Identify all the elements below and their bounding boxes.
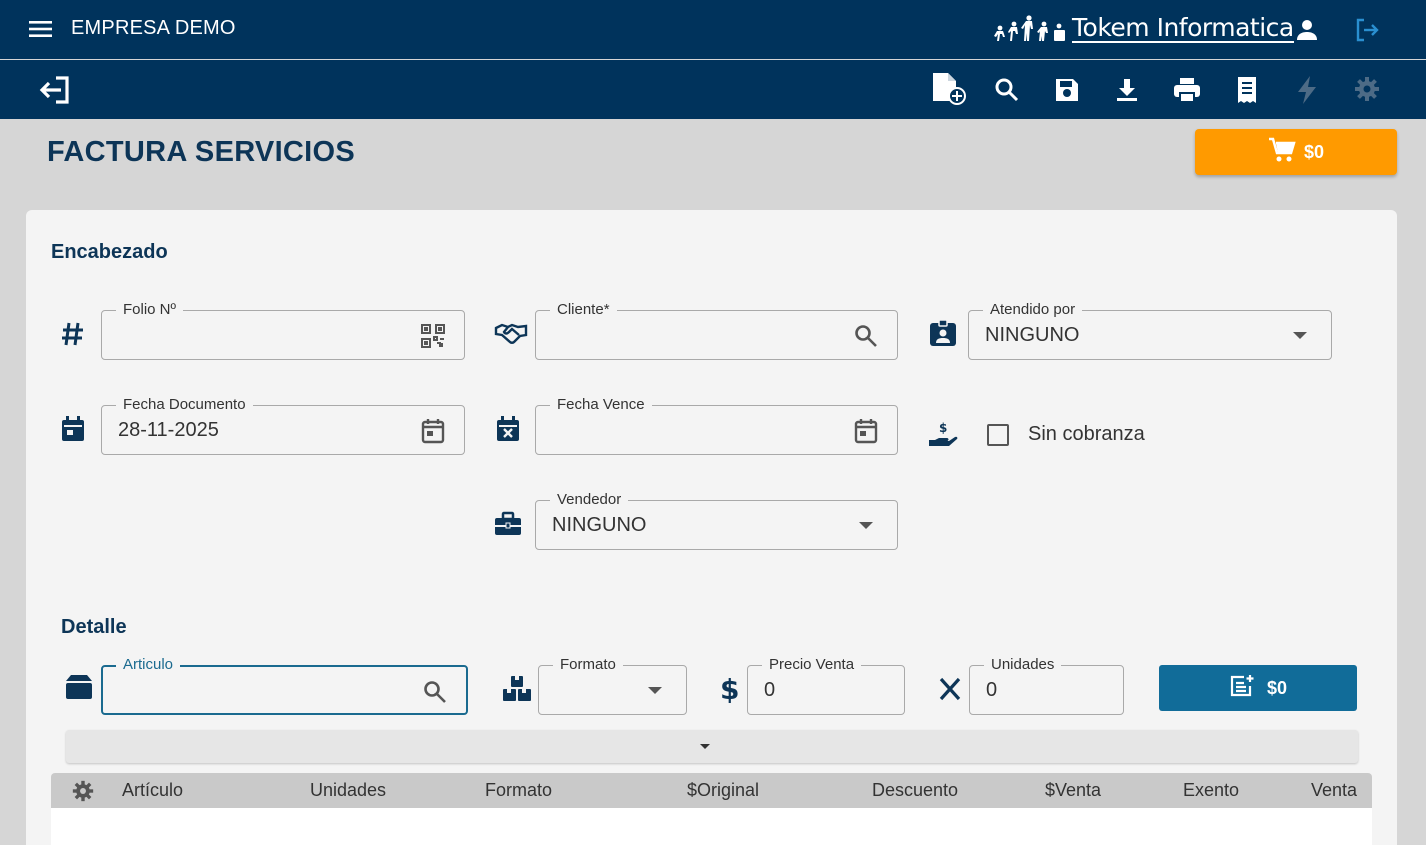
articulo-field[interactable]: Articulo [101, 656, 468, 715]
id-badge-icon [928, 318, 958, 348]
vendedor-value: NINGUNO [552, 514, 647, 536]
formato-select[interactable]: Formato [538, 656, 687, 715]
unidades-value: 0 [986, 679, 998, 701]
handshake-icon [494, 318, 528, 348]
save-icon[interactable] [1053, 76, 1081, 104]
action-toolbar [0, 60, 1426, 119]
briefcase-icon [493, 509, 523, 539]
fecha-vence-field[interactable]: Fecha Vence [535, 396, 898, 455]
expand-panel-toggle[interactable] [66, 730, 1358, 763]
section-detalle: Detalle [61, 616, 127, 638]
calendar-picker-icon[interactable] [853, 418, 879, 444]
settings-icon[interactable] [1353, 75, 1381, 103]
items-table-header: Artículo Unidades Formato $Original Desc… [51, 773, 1372, 808]
formato-label: Formato [553, 656, 623, 674]
fecha-documento-label: Fecha Documento [116, 396, 253, 414]
cart-total-button[interactable]: $0 [1195, 129, 1397, 175]
calendar-icon [58, 414, 88, 444]
column-header-venta-price[interactable]: $Venta [1045, 780, 1101, 801]
column-header-unidades[interactable]: Unidades [310, 780, 386, 801]
atendido-por-select[interactable]: Atendido por NINGUNO [968, 301, 1332, 360]
add-item-total: $0 [1266, 677, 1288, 698]
logout-icon[interactable] [1352, 15, 1382, 45]
precio-venta-value: 0 [764, 679, 776, 701]
download-icon[interactable] [1113, 76, 1141, 104]
print-icon[interactable] [1172, 76, 1202, 104]
calendar-x-icon [493, 414, 523, 444]
boxes-icon [502, 673, 532, 703]
chevron-down-icon [1293, 332, 1307, 339]
dollar-icon: $ [715, 673, 745, 703]
sin-cobranza-checkbox[interactable] [987, 424, 1009, 446]
qr-code-icon[interactable] [420, 323, 446, 349]
new-document-icon[interactable] [930, 71, 968, 107]
add-note-icon [1229, 674, 1255, 703]
articulo-label: Articulo [116, 656, 181, 674]
column-header-articulo[interactable]: Artículo [122, 780, 183, 801]
back-login-icon[interactable] [38, 74, 74, 106]
chevron-down-icon [700, 744, 710, 749]
fecha-documento-field[interactable]: Fecha Documento 28-11-2025 [101, 396, 465, 455]
company-name: EMPRESA DEMO [71, 17, 236, 39]
search-icon[interactable] [993, 76, 1021, 104]
precio-venta-field[interactable]: Precio Venta 0 [747, 656, 905, 715]
cart-total: $0 [1303, 141, 1325, 162]
atendido-por-label: Atendido por [983, 301, 1083, 319]
items-table-body [51, 808, 1372, 845]
svg-text:$: $ [720, 673, 739, 703]
search-icon[interactable] [853, 323, 879, 349]
column-header-descuento[interactable]: Descuento [872, 780, 958, 801]
folio-label: Folio Nº [116, 301, 183, 319]
top-bar: EMPRESA DEMO Tokem Informatica [0, 0, 1426, 59]
user-icon[interactable] [1293, 16, 1321, 44]
section-encabezado: Encabezado [51, 241, 168, 263]
column-header-original[interactable]: $Original [687, 780, 759, 801]
column-header-venta[interactable]: Venta [1311, 780, 1357, 801]
box-icon [64, 672, 94, 702]
atendido-por-value: NINGUNO [985, 324, 1080, 346]
receipt-icon[interactable] [1233, 74, 1261, 106]
vendedor-select[interactable]: Vendedor NINGUNO [535, 491, 898, 550]
table-settings-icon[interactable] [72, 780, 94, 807]
svg-text:$: $ [939, 421, 947, 435]
precio-venta-label: Precio Venta [762, 656, 862, 674]
cliente-label: Cliente* [550, 301, 617, 319]
hash-icon [58, 319, 88, 349]
vendedor-label: Vendedor [550, 491, 629, 509]
fecha-vence-label: Fecha Vence [550, 396, 652, 414]
page-title: FACTURA SERVICIOS [47, 136, 356, 168]
search-icon[interactable] [422, 679, 448, 705]
menu-icon[interactable] [28, 18, 54, 40]
hand-money-icon: $ [927, 420, 959, 450]
multiply-icon [935, 674, 965, 704]
add-item-button[interactable]: $0 [1159, 665, 1357, 711]
chevron-down-icon [859, 522, 873, 529]
cart-icon [1268, 137, 1296, 168]
sin-cobranza-label: Sin cobranza [1028, 423, 1145, 445]
lightning-icon[interactable] [1293, 74, 1321, 106]
cliente-field[interactable]: Cliente* [535, 301, 898, 360]
brand-logo: Tokem Informatica [992, 12, 1294, 46]
folio-field[interactable]: Folio Nº [101, 301, 465, 360]
chevron-down-icon [648, 687, 662, 694]
unidades-label: Unidades [984, 656, 1062, 674]
calendar-picker-icon[interactable] [420, 418, 446, 444]
column-header-formato[interactable]: Formato [485, 780, 552, 801]
unidades-field[interactable]: Unidades 0 [969, 656, 1124, 715]
fecha-documento-value: 28-11-2025 [118, 419, 219, 441]
brand-name: Tokem Informatica [1072, 13, 1294, 43]
column-header-exento[interactable]: Exento [1183, 780, 1239, 801]
